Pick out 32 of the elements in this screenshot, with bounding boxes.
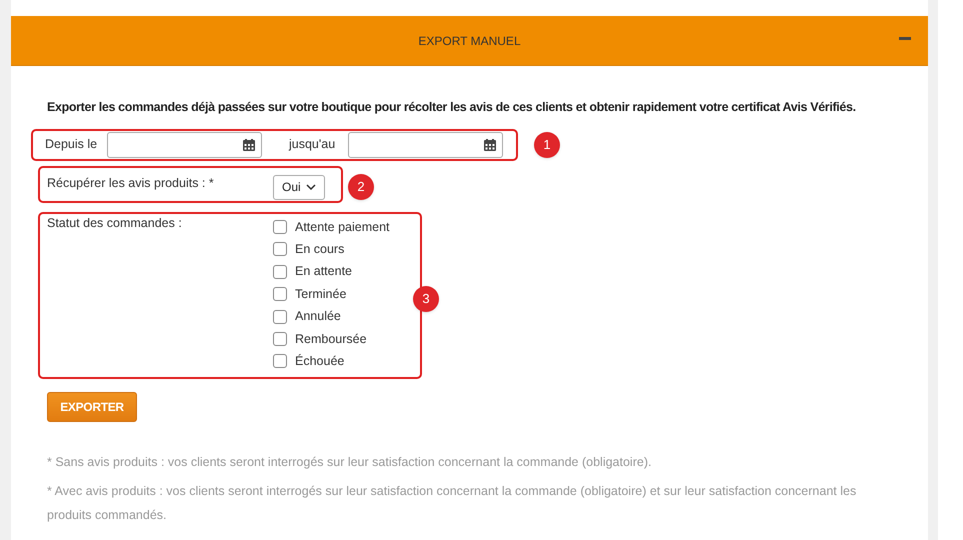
date-field[interactable] bbox=[107, 132, 262, 158]
checkbox[interactable] bbox=[273, 220, 287, 234]
select-field[interactable]: Oui bbox=[273, 174, 325, 200]
checkbox-label: Attente paiement bbox=[295, 218, 390, 236]
field-label: Depuis le bbox=[45, 136, 98, 154]
checkbox[interactable] bbox=[273, 332, 287, 346]
field-label: jusqu'au bbox=[289, 136, 336, 154]
checkbox-label: Échouée bbox=[295, 352, 344, 370]
checkbox[interactable] bbox=[273, 287, 287, 302]
checkbox-label: En attente bbox=[295, 263, 352, 280]
field-label: Récupérer les avis produits : * bbox=[47, 174, 215, 192]
collapse-icon[interactable] bbox=[899, 37, 911, 41]
annotation-badge: 3 bbox=[413, 286, 439, 312]
checkbox[interactable] bbox=[273, 264, 287, 279]
annotation-badge: 2 bbox=[348, 174, 374, 200]
chevron-down-icon bbox=[306, 184, 316, 190]
checkbox-label: Remboursée bbox=[295, 330, 367, 348]
checkbox-label: En cours bbox=[295, 240, 344, 258]
field-label: Statut des commandes : bbox=[47, 214, 183, 230]
calendar-icon bbox=[243, 138, 255, 151]
calendar-icon bbox=[484, 138, 496, 151]
checkbox[interactable] bbox=[273, 242, 287, 256]
intro-text: Exporter les commandes déjà passées sur votre boutique pour récolter les avis de ces clients et obtenir rapidement votre certificat Avis Vérifiés. bbox=[47, 99, 856, 116]
checkbox[interactable] bbox=[273, 354, 287, 368]
panel-title: EXPORT MANUEL bbox=[418, 32, 521, 50]
checkbox[interactable] bbox=[273, 310, 287, 324]
annotation-badge: 1 bbox=[534, 132, 560, 158]
footnote-text: * Sans avis produits : vos clients seront interrogés sur leur satisfaction concernant la commande (obligatoire). bbox=[47, 454, 652, 471]
checkbox-label: Annulée bbox=[295, 308, 341, 326]
footnote-text: * Avec avis produits : vos clients seront interrogés sur leur satisfaction concernant la commande (obligatoire) et sur leur satisfaction concernant les produits commandés. bbox=[47, 482, 858, 524]
date-field[interactable] bbox=[348, 132, 503, 158]
checkbox-label: Terminée bbox=[295, 286, 346, 303]
